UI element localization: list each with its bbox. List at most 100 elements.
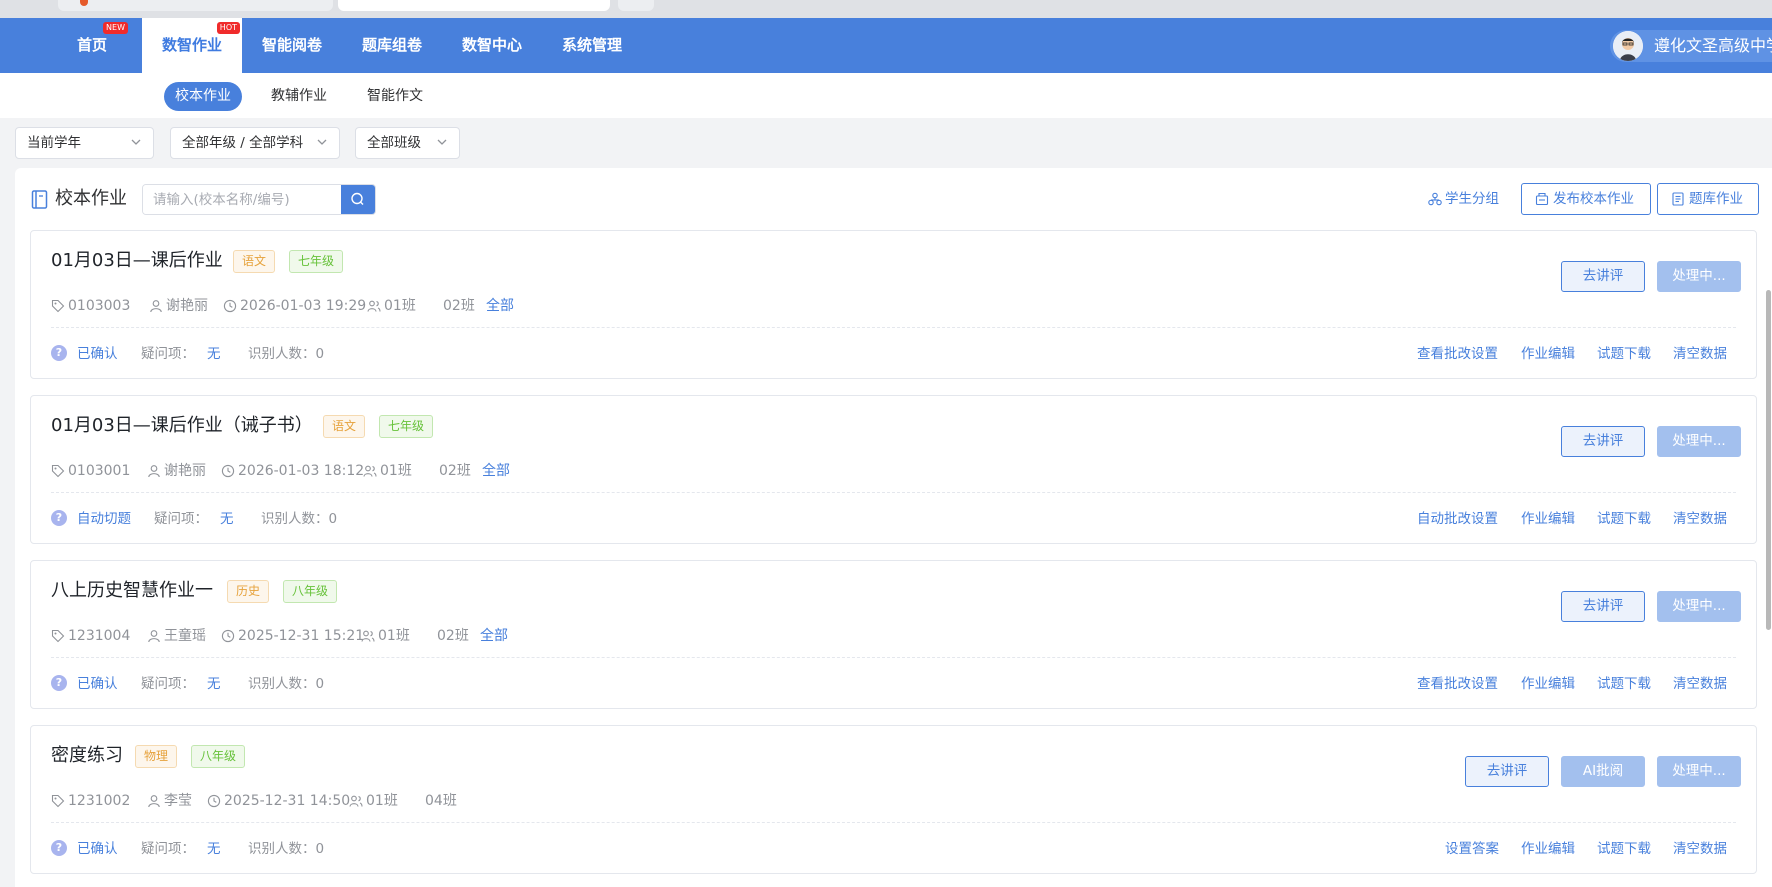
review-button[interactable]: 去讲评 xyxy=(1561,591,1645,622)
set-answer-link[interactable]: 设置答案 xyxy=(1445,840,1499,858)
user-icon xyxy=(150,300,162,313)
homework-title: 密度练习 xyxy=(51,745,123,766)
processing-button[interactable]: 处理中... xyxy=(1657,426,1741,457)
recognized-count: 识别人数：0 xyxy=(248,346,325,362)
publish-icon xyxy=(1535,192,1549,206)
nav-item-system[interactable]: 系统管理 xyxy=(558,18,626,73)
search-button[interactable] xyxy=(341,185,375,214)
homework-card: 01月03日—课后作业 语文 七年级 0103003 谢艳丽 2026-01-0… xyxy=(30,230,1757,379)
download-questions-link[interactable]: 试题下载 xyxy=(1597,840,1651,858)
processing-button[interactable]: 处理中... xyxy=(1657,261,1741,292)
avatar xyxy=(1613,31,1643,61)
edit-homework-link[interactable]: 作业编辑 xyxy=(1521,840,1575,858)
student-group-button[interactable]: 学生分组 xyxy=(1428,190,1499,208)
homework-classes: 01班 xyxy=(349,792,398,810)
all-classes-link[interactable]: 全部 xyxy=(482,462,510,480)
nav-item-homework[interactable]: 数智作业 HOT xyxy=(142,18,242,73)
divider xyxy=(51,492,1736,493)
homework-code-value: 1231004 xyxy=(68,628,131,644)
help-icon[interactable]: ? xyxy=(51,345,67,361)
all-classes-link[interactable]: 全部 xyxy=(486,297,514,315)
scrollbar-thumb[interactable] xyxy=(1766,290,1771,630)
search-input[interactable] xyxy=(143,185,329,214)
nav-item-home[interactable]: 首页 NEW xyxy=(64,18,128,73)
grade-tag: 七年级 xyxy=(379,415,434,438)
download-questions-link[interactable]: 试题下载 xyxy=(1597,345,1651,363)
users-icon xyxy=(361,630,375,642)
publish-homework-button[interactable]: 发布校本作业 xyxy=(1521,183,1651,215)
grade-subject-select[interactable]: 全部年级 / 全部学科 xyxy=(170,127,340,159)
student-group-label: 学生分组 xyxy=(1445,191,1499,207)
clear-data-link[interactable]: 清空数据 xyxy=(1673,510,1727,528)
homework-code: 0103003 xyxy=(51,297,130,315)
processing-button[interactable]: 处理中... xyxy=(1657,591,1741,622)
year-select[interactable]: 当前学年 xyxy=(15,127,154,159)
user-menu[interactable]: 遵化文圣高级中学 xyxy=(1610,30,1772,62)
divider xyxy=(51,657,1736,658)
subject-tag: 语文 xyxy=(323,415,366,438)
tab-school-homework[interactable]: 校本作业 xyxy=(164,82,242,111)
nav-item-label: 数智中心 xyxy=(461,36,522,54)
users-icon xyxy=(349,795,363,807)
class-name: 01班 xyxy=(378,628,410,644)
sub-navigation: 校本作业 教辅作业 智能作文 xyxy=(0,73,1772,118)
homework-title: 01月03日—课后作业 xyxy=(51,250,223,271)
nav-item-data-center[interactable]: 数智中心 xyxy=(458,18,526,73)
grading-settings-link[interactable]: 自动批改设置 xyxy=(1417,510,1498,528)
review-button[interactable]: 去讲评 xyxy=(1561,261,1645,292)
grading-settings-link[interactable]: 查看批改设置 xyxy=(1417,675,1498,693)
edit-homework-link[interactable]: 作业编辑 xyxy=(1521,675,1575,693)
homework-teacher-value: 李莹 xyxy=(164,793,192,809)
user-icon xyxy=(148,465,160,478)
tab-smart-essay[interactable]: 智能作文 xyxy=(356,82,434,111)
homework-time-value: 2025-12-31 14:50 xyxy=(224,793,351,809)
homework-time-value: 2025-12-31 15:21 xyxy=(238,628,365,644)
download-questions-link[interactable]: 试题下载 xyxy=(1597,510,1651,528)
status-text: 自动切题 xyxy=(77,511,131,527)
search-box xyxy=(142,184,376,215)
clear-data-link[interactable]: 清空数据 xyxy=(1673,345,1727,363)
recognized-count: 识别人数：0 xyxy=(261,511,338,527)
chevron-down-icon xyxy=(437,139,447,145)
class-select[interactable]: 全部班级 xyxy=(355,127,460,159)
ai-grading-button[interactable]: AI批阅 xyxy=(1561,756,1645,787)
question-bank-button[interactable]: 题库作业 xyxy=(1657,183,1759,215)
browser-new-tab-button[interactable] xyxy=(618,0,654,11)
users-icon xyxy=(367,300,381,312)
browser-tab[interactable] xyxy=(58,0,333,11)
help-icon[interactable]: ? xyxy=(51,675,67,691)
nav-item-question-bank[interactable]: 题库组卷 xyxy=(358,18,426,73)
class-name: 04班 xyxy=(425,793,457,809)
nav-item-marking[interactable]: 智能阅卷 xyxy=(258,18,326,73)
doubt-value: 无 xyxy=(207,841,221,857)
tab-supplementary-homework[interactable]: 教辅作业 xyxy=(260,82,338,111)
homework-code: 0103001 xyxy=(51,462,130,480)
edit-homework-link[interactable]: 作业编辑 xyxy=(1521,510,1575,528)
review-button[interactable]: 去讲评 xyxy=(1561,426,1645,457)
grading-settings-link[interactable]: 查看批改设置 xyxy=(1417,345,1498,363)
grade-subject-select-value: 全部年级 / 全部学科 xyxy=(182,135,304,151)
all-classes-link[interactable]: 全部 xyxy=(480,627,508,645)
homework-time: 2026-01-03 19:29 xyxy=(223,297,366,315)
homework-time-value: 2026-01-03 19:29 xyxy=(240,298,367,314)
clear-data-link[interactable]: 清空数据 xyxy=(1673,840,1727,858)
top-navigation: 首页 NEW 数智作业 HOT 智能阅卷 题库组卷 数智中心 系统管理 遵化文圣… xyxy=(0,18,1772,73)
help-icon[interactable]: ? xyxy=(51,840,67,856)
help-icon[interactable]: ? xyxy=(51,510,67,526)
edit-homework-link[interactable]: 作业编辑 xyxy=(1521,345,1575,363)
review-button[interactable]: 去讲评 xyxy=(1465,756,1549,787)
homework-time-value: 2026-01-03 18:12 xyxy=(238,463,365,479)
class-name: 02班 xyxy=(439,463,471,479)
homework-time: 2026-01-03 18:12 xyxy=(221,462,364,480)
browser-tab-active[interactable] xyxy=(338,0,610,11)
tag-icon xyxy=(51,794,65,808)
download-questions-link[interactable]: 试题下载 xyxy=(1597,675,1651,693)
homework-code-value: 1231002 xyxy=(68,793,131,809)
subject-tag: 历史 xyxy=(227,580,270,603)
homework-code: 1231004 xyxy=(51,627,130,645)
clear-data-link[interactable]: 清空数据 xyxy=(1673,675,1727,693)
class-name: 01班 xyxy=(366,793,398,809)
scrollbar[interactable] xyxy=(1764,228,1772,758)
hot-badge: HOT xyxy=(216,22,240,34)
processing-button[interactable]: 处理中... xyxy=(1657,756,1741,787)
